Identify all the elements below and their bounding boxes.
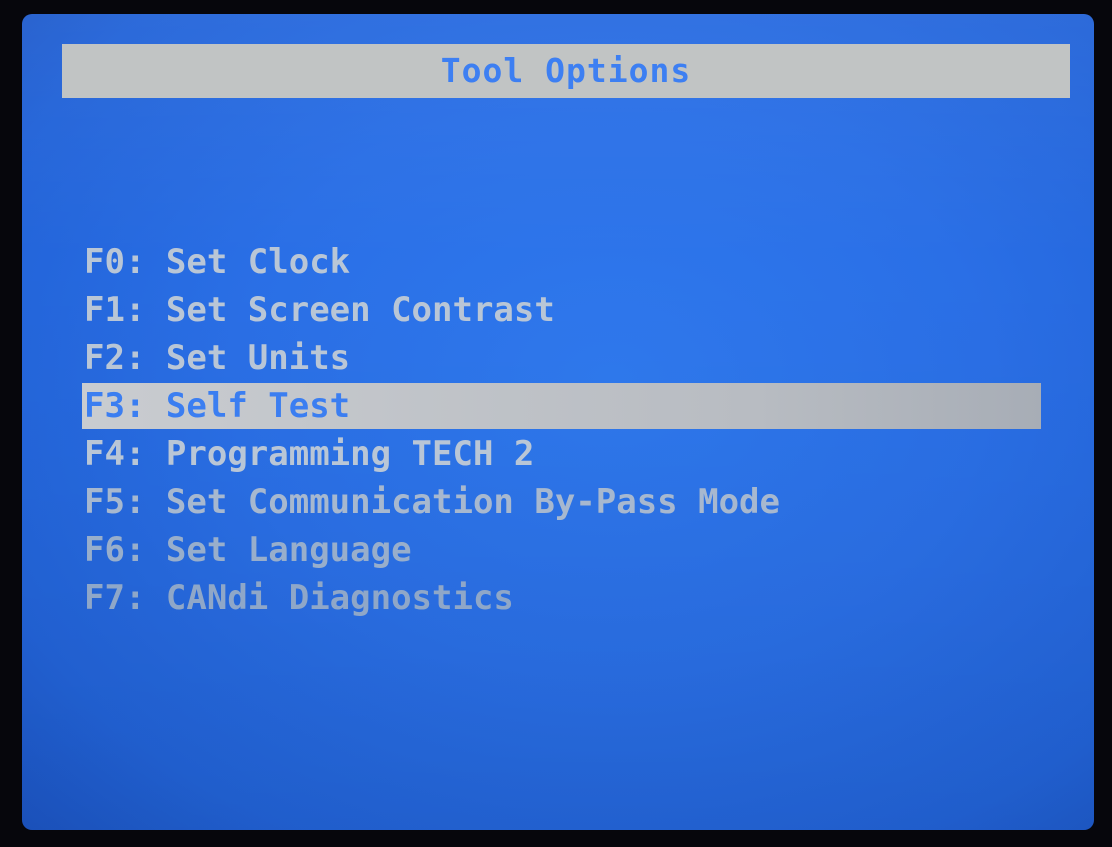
scan-tool-device: Tool Options F0: Set Clock F1: Set Scree… — [0, 0, 1112, 847]
menu-item-set-communication-bypass-mode[interactable]: F5: Set Communication By-Pass Mode — [84, 478, 1074, 526]
function-key-label: F2: — [84, 338, 146, 378]
menu-item-set-screen-contrast[interactable]: F1: Set Screen Contrast — [84, 286, 1074, 334]
function-key-label: F3: — [84, 386, 146, 426]
function-key-label: F0: — [84, 242, 146, 282]
menu-item-label: Programming TECH 2 — [165, 434, 535, 474]
function-key-label: F6: — [84, 530, 146, 570]
menu-item-label: CANdi Diagnostics — [165, 578, 514, 618]
menu-item-label: Set Language — [165, 530, 412, 570]
menu-item-candi-diagnostics[interactable]: F7: CANdi Diagnostics — [84, 574, 1074, 622]
menu-item-self-test[interactable]: F3: Self Test — [82, 383, 1041, 429]
menu-item-set-units[interactable]: F2: Set Units — [84, 334, 1074, 382]
function-key-label: F4: — [84, 434, 146, 474]
menu-item-set-language[interactable]: F6: Set Language — [84, 526, 1074, 574]
menu-item-label: Set Communication By-Pass Mode — [165, 482, 780, 522]
tool-options-menu: F0: Set Clock F1: Set Screen Contrast F2… — [82, 238, 1074, 622]
menu-item-programming-tech-2[interactable]: F4: Programming TECH 2 — [84, 430, 1074, 478]
menu-item-label: Self Test — [165, 386, 351, 426]
function-key-label: F5: — [84, 482, 146, 522]
screen-title: Tool Options — [440, 51, 692, 90]
menu-item-label: Set Clock — [165, 242, 351, 282]
menu-item-label: Set Units — [165, 338, 351, 378]
menu-item-set-clock[interactable]: F0: Set Clock — [84, 238, 1074, 286]
function-key-label: F7: — [84, 578, 146, 618]
title-bar: Tool Options — [62, 44, 1070, 98]
lcd-screen: Tool Options F0: Set Clock F1: Set Scree… — [22, 14, 1094, 830]
function-key-label: F1: — [84, 290, 146, 330]
menu-item-label: Set Screen Contrast — [165, 290, 555, 330]
